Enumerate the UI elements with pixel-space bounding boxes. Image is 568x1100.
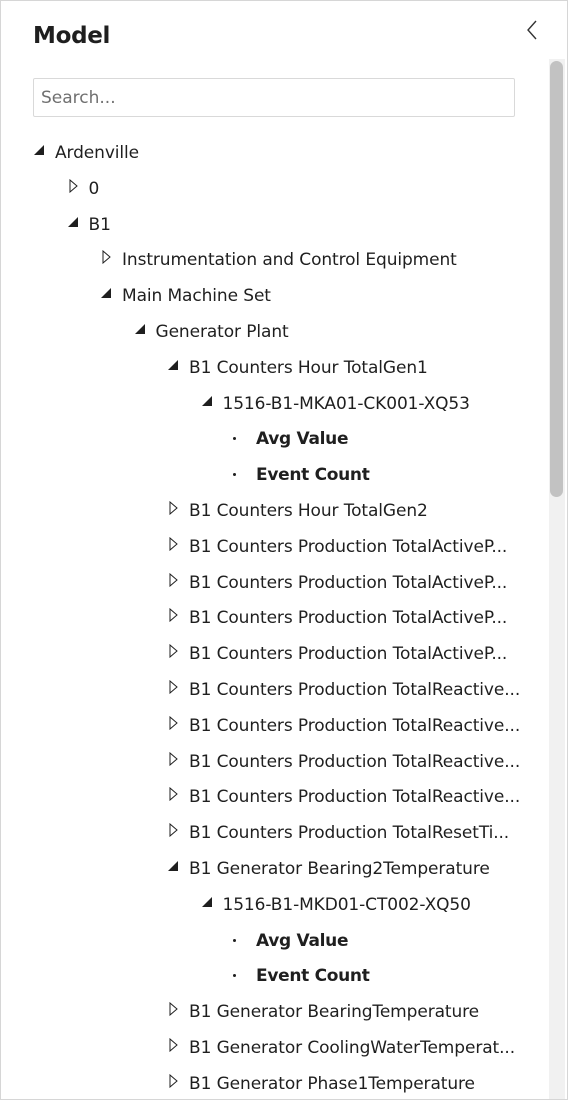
triangle-collapsed-icon[interactable] [167, 644, 181, 659]
triangle-collapsed-icon[interactable] [167, 500, 181, 515]
tree-leaf-item[interactable]: Event Count [1, 457, 549, 493]
tree-node[interactable]: B1 Generator Phase1Temperature [1, 1066, 549, 1099]
triangle-collapsed-icon[interactable] [67, 178, 81, 193]
tree-item-label: B1 Generator BearingTemperature [189, 1002, 480, 1023]
triangle-expanded-icon[interactable] [134, 322, 148, 336]
tree-node[interactable]: B1 [1, 207, 549, 243]
bullet-dot-icon [233, 473, 236, 477]
bullet-dot-icon [233, 938, 236, 942]
tree-node[interactable]: B1 Counters Production TotalActiveP... [1, 636, 549, 672]
tree-item-label: Event Count [256, 465, 370, 486]
triangle-expanded-icon[interactable] [33, 143, 47, 157]
triangle-expanded-icon[interactable] [201, 895, 215, 909]
tree-item-label: Event Count [256, 966, 370, 987]
tree-node[interactable]: B1 Counters Production TotalReactive... [1, 708, 549, 744]
search-input[interactable] [33, 78, 515, 117]
tree-item-label: Ardenville [55, 143, 140, 163]
tree-node[interactable]: Ardenville [1, 135, 549, 171]
tree-item-label: Main Machine Set [122, 286, 271, 307]
tree-item-label: B1 Counters Production TotalResetTi... [189, 823, 510, 844]
triangle-collapsed-icon[interactable] [167, 823, 181, 838]
tree-node[interactable]: B1 Counters Production TotalReactive... [1, 672, 549, 708]
tree-leaf-item[interactable]: Avg Value [1, 421, 549, 457]
tree-node[interactable]: B1 Counters Production TotalReactive... [1, 779, 549, 815]
tree-item-label: Avg Value [256, 429, 349, 450]
tree-node[interactable]: Generator Plant [1, 314, 549, 350]
triangle-expanded-icon[interactable] [167, 358, 181, 372]
tree-node[interactable]: B1 Generator Bearing2Temperature [1, 851, 549, 887]
tree-node[interactable]: B1 Counters Production TotalActiveP... [1, 565, 549, 601]
model-tree: Ardenville 0 B1 Instrumentation and Control… [1, 135, 549, 1099]
triangle-expanded-icon[interactable] [67, 215, 81, 229]
tree-item-label: Instrumentation and Control Equipment [122, 250, 457, 271]
triangle-collapsed-icon[interactable] [167, 1002, 181, 1017]
tree-node[interactable]: B1 Generator CoolingWaterTemperat... [1, 1030, 549, 1066]
triangle-collapsed-icon[interactable] [167, 751, 181, 766]
tree-item-label: B1 Counters Production TotalActiveP... [189, 644, 508, 665]
tree-item-label: B1 Counters Production TotalReactive... [189, 787, 521, 808]
tree-node[interactable]: 0 [1, 171, 549, 207]
triangle-collapsed-icon[interactable] [167, 572, 181, 587]
tree-item-label: B1 Counters Production TotalActiveP... [189, 536, 508, 557]
tree-item-label: 1516-B1-MKD01-CT002-XQ50 [222, 894, 471, 915]
tree-item-label: B1 Counters Hour TotalGen2 [189, 500, 428, 521]
triangle-collapsed-icon[interactable] [167, 1037, 181, 1052]
collapse-panel-button[interactable] [521, 15, 545, 45]
triangle-collapsed-icon[interactable] [167, 715, 181, 730]
scrollbar-thumb[interactable] [550, 61, 563, 497]
tree-node[interactable]: B1 Counters Production TotalActiveP... [1, 600, 549, 636]
panel-title: Model [33, 23, 111, 49]
tree-item-label: B1 Counters Production TotalReactive... [189, 715, 521, 736]
triangle-expanded-icon[interactable] [201, 394, 215, 408]
tree-item-label: B1 [88, 214, 111, 235]
triangle-collapsed-icon[interactable] [167, 536, 181, 551]
tree-node[interactable]: B1 Counters Production TotalActiveP... [1, 529, 549, 565]
tree-leaf-item[interactable]: Avg Value [1, 923, 549, 959]
tree-item-label: B1 Generator CoolingWaterTemperat... [189, 1037, 515, 1058]
tree-item-label: 0 [88, 178, 100, 199]
triangle-expanded-icon[interactable] [100, 286, 114, 300]
tree-node[interactable]: B1 Counters Production TotalResetTi... [1, 815, 549, 851]
tree-node[interactable]: B1 Counters Hour TotalGen1 [1, 350, 549, 386]
tree-node[interactable]: B1 Counters Production TotalReactive... [1, 744, 549, 780]
chevron-left-icon [527, 20, 537, 40]
tree-item-label: Generator Plant [155, 321, 289, 342]
tree-item-label: Avg Value [256, 930, 349, 951]
tree-node[interactable]: Main Machine Set [1, 278, 549, 314]
model-panel: Model Ardenville 0 B1 Instrumentation and C… [0, 0, 568, 1100]
tree-item-label: B1 Counters Production TotalReactive... [189, 679, 521, 700]
tree-leaf-item[interactable]: Event Count [1, 958, 549, 994]
tree-item-label: B1 Generator Bearing2Temperature [189, 858, 490, 879]
vertical-scrollbar[interactable] [549, 59, 565, 1099]
triangle-collapsed-icon[interactable] [167, 1073, 181, 1088]
triangle-collapsed-icon[interactable] [100, 250, 114, 265]
tree-node[interactable]: 1516-B1-MKD01-CT002-XQ50 [1, 887, 549, 923]
tree-node[interactable]: Instrumentation and Control Equipment [1, 242, 549, 278]
triangle-expanded-icon[interactable] [167, 859, 181, 873]
tree-node[interactable]: B1 Counters Hour TotalGen2 [1, 493, 549, 529]
tree-node[interactable]: 1516-B1-MKA01-CK001-XQ53 [1, 386, 549, 422]
triangle-collapsed-icon[interactable] [167, 679, 181, 694]
tree-item-label: B1 Counters Production TotalActiveP... [189, 572, 508, 593]
tree-item-label: B1 Counters Production TotalReactive... [189, 751, 521, 772]
triangle-collapsed-icon[interactable] [167, 608, 181, 623]
tree-item-label: B1 Counters Production TotalActiveP... [189, 608, 508, 629]
tree-item-label: B1 Counters Hour TotalGen1 [189, 357, 428, 378]
bullet-dot-icon [233, 974, 236, 978]
triangle-collapsed-icon[interactable] [167, 787, 181, 802]
bullet-dot-icon [233, 437, 236, 441]
tree-node[interactable]: B1 Generator BearingTemperature [1, 994, 549, 1030]
tree-item-label: 1516-B1-MKA01-CK001-XQ53 [222, 393, 470, 414]
tree-item-label: B1 Generator Phase1Temperature [189, 1073, 475, 1094]
